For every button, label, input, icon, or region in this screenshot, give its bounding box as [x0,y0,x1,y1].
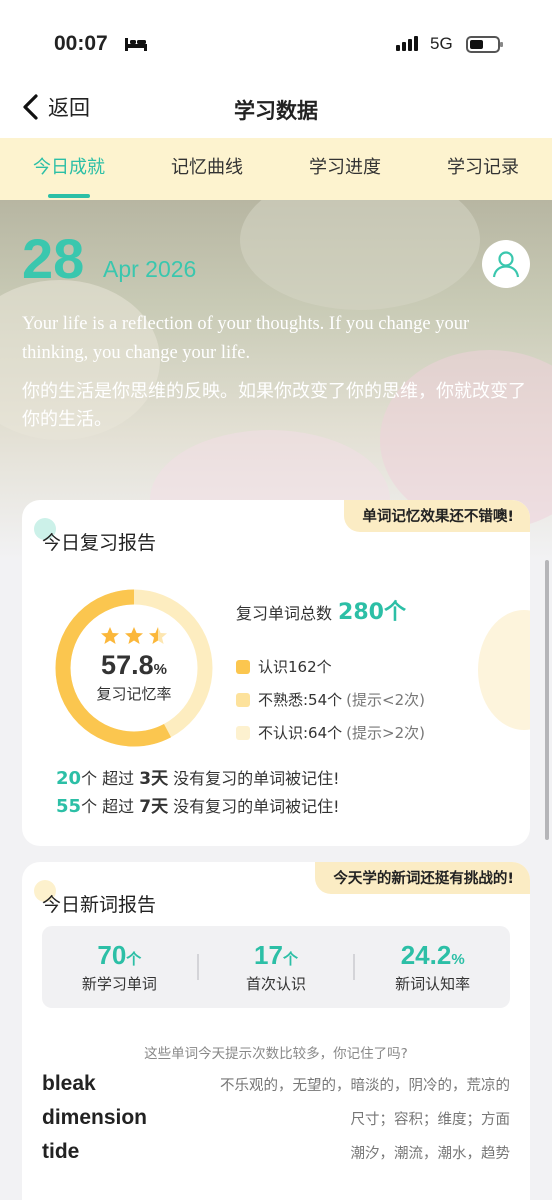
word-text: bleak [42,1072,96,1095]
avatar[interactable] [482,240,530,288]
status-bar: 00:07 5G [0,0,552,80]
word-text: tide [42,1140,80,1163]
cellular-signal-icon [396,36,418,51]
word-meaning: 不乐观的，无望的，暗淡的，阴冷的，荒凉的 [220,1077,510,1094]
review-total: 复习单词总数 280个 [236,594,406,626]
battery-icon [466,36,503,53]
stat-first-known: 17个 首次认识 [246,940,307,993]
legend-item: 认识162个 [236,650,425,683]
word-row[interactable]: dimension 尺寸；容积；维度；方面 [42,1101,510,1135]
star-icon [125,627,143,644]
new-words-report-card: 今天学的新词还挺有挑战的! 今日新词报告 70个 新学习单词 17个 首次认识 … [22,862,530,1200]
new-words-stats: 70个 新学习单词 17个 首次认识 24.2% 新词认知率 [42,926,510,1008]
beyond-3-days-text: 20个 超过 3天 没有复习的单词被记住! [56,768,340,789]
review-report-card: 单词记忆效果还不错噢! 今日复习报告 57.8% 复习记忆率 复习单词总数 280… [22,500,530,846]
tab-memory-curve[interactable]: 记忆曲线 [138,138,276,200]
scrollbar[interactable] [545,560,549,840]
word-meaning: 潮汐，潮流，潮水，趋势 [350,1145,511,1162]
date-month-year: Apr 2026 [103,256,197,282]
review-legend: 认识162个 不熟悉:54个 (提示<2次) 不认识:64个 (提示>2次) [236,650,425,749]
tab-bar: 今日成就 记忆曲线 学习进度 学习记录 [0,138,552,200]
beyond-7-days-text: 55个 超过 7天 没有复习的单词被记住! [56,796,340,817]
memory-rate-label: 复习记忆率 [96,685,172,703]
user-icon [492,251,520,278]
date-day: 28 [22,227,85,290]
stat-new-words: 70个 新学习单词 [81,940,157,993]
word-meaning: 尺寸；容积；维度；方面 [350,1111,511,1128]
stat-recognition-rate: 24.2% 新词认知率 [395,940,471,993]
review-total-label: 复习单词总数 [236,604,333,623]
rating-stars [100,626,168,646]
legend-swatch [236,692,250,707]
status-time: 00:07 [54,32,108,55]
tab-today-achievement[interactable]: 今日成就 [0,138,138,200]
legend-swatch [236,725,250,740]
decorative-shape [478,610,530,730]
sleep-focus-icon [125,38,147,51]
word-row[interactable]: bleak 不乐观的，无望的，暗淡的，阴冷的，荒凉的 [42,1067,510,1101]
review-feedback-badge: 单词记忆效果还不错噢! [344,500,530,532]
hint-question: 这些单词今天提示次数比较多，你记住了吗? [144,1046,408,1062]
quote-english: Your life is a reflection of your though… [22,314,470,363]
memory-rate-value: 57.8% [101,650,167,680]
star-icon [149,627,167,644]
new-words-feedback-badge: 今天学的新词还挺有挑战的! [315,862,530,894]
legend-item: 不熟悉:54个 (提示<2次) [236,683,425,716]
word-row[interactable]: tide 潮汐，潮流，潮水，趋势 [42,1135,510,1169]
review-report-title: 今日复习报告 [42,532,157,554]
legend-swatch [236,659,250,674]
star-icon [101,627,119,644]
ring-center: 57.8% 复习记忆率 [50,584,218,752]
new-words-report-title: 今日新词报告 [42,894,157,916]
review-total-value: 280个 [338,600,406,625]
quote-chinese: 你的生活是你思维的反映。如果你改变了你的思维，你就改变了你的生活。 [22,381,526,430]
tab-study-records[interactable]: 学习记录 [414,138,552,200]
page-title: 学习数据 [234,99,318,123]
nav-header: 返回 学习数据 [0,80,552,138]
word-text: dimension [42,1106,148,1129]
network-type: 5G [430,34,453,53]
tab-study-progress[interactable]: 学习进度 [276,138,414,200]
legend-item: 不认识:64个 (提示>2次) [236,716,425,749]
